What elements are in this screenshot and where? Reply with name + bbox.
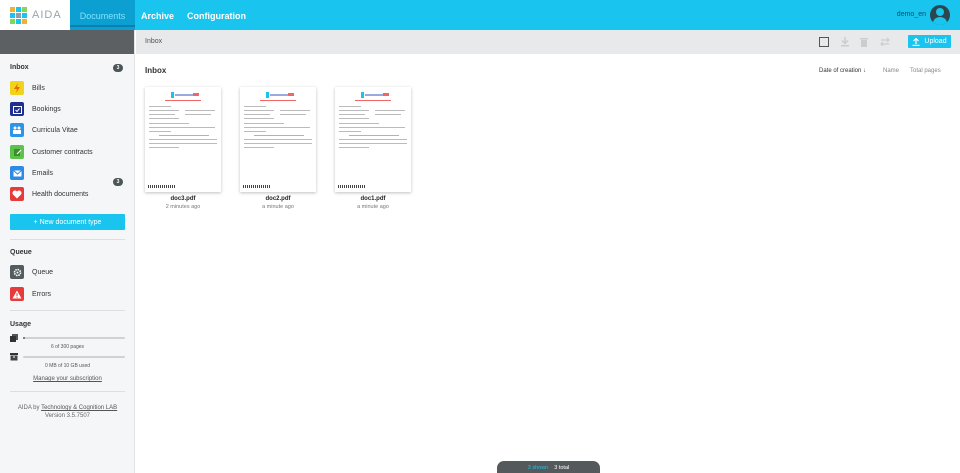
download-icon[interactable] <box>840 37 850 47</box>
queue-section-title: Queue <box>10 249 32 256</box>
inbox-section-title: Inbox <box>10 64 29 71</box>
divider <box>10 310 125 311</box>
sidebar-item-customer-contracts[interactable]: Customer contracts <box>10 145 126 159</box>
document-name[interactable]: doc2.pdf <box>240 196 316 202</box>
top-bar: AIDA Documents Archive Configuration dem… <box>0 0 960 30</box>
upload-label: Upload <box>924 38 947 45</box>
sidebar-item-label: Emails <box>32 169 54 177</box>
move-icon[interactable] <box>880 37 890 47</box>
shown-count: 3 shown <box>527 465 549 471</box>
storage-usage-bar <box>23 356 125 358</box>
document-logo-icon <box>266 92 294 98</box>
sort-date-label: Date of creation <box>819 68 862 74</box>
trash-icon[interactable] <box>859 37 869 47</box>
page-title: Inbox <box>145 66 167 75</box>
sidebar-item-label: Bills <box>32 84 45 92</box>
document-card[interactable]: doc3.pdf 2 minutes ago <box>145 87 221 210</box>
sidebar-item-queue[interactable]: Queue <box>10 265 126 279</box>
sidebar-item-label: Customer contracts <box>32 148 93 156</box>
sidebar-item-label: Curricula Vitae <box>32 126 78 134</box>
divider <box>10 391 125 392</box>
sidebar-item-label: Bookings <box>32 105 61 113</box>
sidebar-item-emails[interactable]: Emails <box>10 166 126 180</box>
sidebar-item-label: Queue <box>32 268 54 276</box>
warning-icon <box>10 287 24 301</box>
sidebar-item-errors[interactable]: Errors <box>10 287 126 301</box>
select-all-checkbox[interactable] <box>819 37 829 47</box>
upload-icon <box>912 37 920 46</box>
document-thumbnail[interactable] <box>240 87 316 192</box>
footer-credit: AIDA by Technology & Cognition LAB <box>10 404 125 412</box>
nav-tab-documents[interactable]: Documents <box>70 0 135 30</box>
pages-usage-text: 6 of 300 pages <box>50 344 85 350</box>
lightning-icon <box>10 81 24 95</box>
document-time: a minute ago <box>357 204 389 210</box>
username[interactable]: demo_en <box>897 11 926 18</box>
divider <box>10 239 125 240</box>
document-card[interactable]: doc2.pdf a minute ago <box>240 87 316 210</box>
status-pill: 3 shown 3 total <box>497 461 600 473</box>
logo-text: AIDA <box>32 9 62 21</box>
envelope-icon <box>10 166 24 180</box>
sidebar-item-label: Health documents <box>32 190 89 198</box>
document-logo-icon <box>361 92 389 98</box>
document-time: 2 minutes ago <box>165 204 201 210</box>
pages-usage-row <box>10 334 125 342</box>
sidebar-item-label: Errors <box>32 290 52 298</box>
new-document-type-button[interactable]: + New document type <box>10 214 125 230</box>
calendar-check-icon <box>10 102 24 116</box>
document-time: a minute ago <box>262 204 294 210</box>
footer-prefix: AIDA by <box>17 405 40 411</box>
sidebar-item-bookings[interactable]: Bookings <box>10 102 126 116</box>
breadcrumb[interactable]: Inbox <box>145 38 162 45</box>
tcl-link[interactable]: Technology & Cognition LAB <box>41 405 117 411</box>
sidebar-item-health-documents[interactable]: Health documents <box>10 187 126 201</box>
upload-button[interactable]: Upload <box>908 35 951 48</box>
logo-grid-icon <box>10 6 27 24</box>
nav-tab-configuration[interactable]: Configuration <box>187 0 246 30</box>
avatar-icon[interactable] <box>930 5 950 25</box>
usage-section-title: Usage <box>10 321 32 328</box>
version-text: Version 3.5.7507 <box>44 413 91 419</box>
sidebar-header <box>0 30 134 54</box>
document-thumbnail[interactable] <box>335 87 411 192</box>
document-name[interactable]: doc1.pdf <box>335 196 411 202</box>
manage-subscription-link[interactable]: Manage your subscription <box>10 376 125 382</box>
storage-usage-text: 0 MB of 10 GB used <box>44 363 91 369</box>
pages-icon <box>10 334 18 342</box>
pages-usage-fill <box>23 337 26 339</box>
document-logo-icon <box>171 92 199 98</box>
people-icon <box>10 123 24 137</box>
sidebar: Inbox 3 Bills Bookings Curricula Vitae C… <box>0 30 135 473</box>
sort-date-of-creation[interactable]: Date of creation ↓ <box>819 68 866 74</box>
total-count: 3 total <box>554 465 570 471</box>
archive-box-icon <box>10 353 18 361</box>
toolbar: Inbox Upload <box>136 30 960 54</box>
inbox-count-badge: 3 <box>113 64 123 72</box>
heart-icon <box>10 187 24 201</box>
document-card[interactable]: doc1.pdf a minute ago <box>335 87 411 210</box>
sort-total-pages[interactable]: Total pages <box>910 68 941 74</box>
pages-usage-bar <box>23 337 125 339</box>
document-thumbnail[interactable] <box>145 87 221 192</box>
app-logo[interactable]: AIDA <box>0 0 70 30</box>
sort-name[interactable]: Name <box>883 68 899 74</box>
contract-icon <box>10 145 24 159</box>
document-name[interactable]: doc3.pdf <box>145 196 221 202</box>
gear-icon <box>10 265 24 279</box>
sidebar-item-curricula-vitae[interactable]: Curricula Vitae <box>10 123 126 137</box>
arrow-down-icon: ↓ <box>863 68 867 74</box>
storage-usage-row <box>10 353 125 361</box>
nav-tab-archive[interactable]: Archive <box>141 0 174 30</box>
sidebar-item-bills[interactable]: Bills <box>10 81 126 95</box>
